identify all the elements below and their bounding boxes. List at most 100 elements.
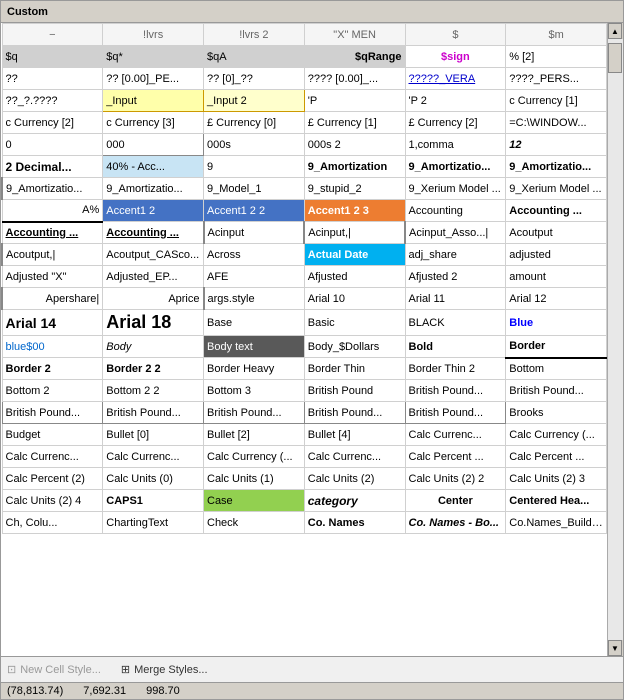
scroll-down-button[interactable]: ▼ xyxy=(608,640,622,656)
table-cell[interactable]: Bottom 3 xyxy=(204,380,305,402)
table-cell[interactable]: 'P 2 xyxy=(405,90,506,112)
table-cell[interactable]: Acoutput,| xyxy=(2,244,103,266)
table-cell[interactable]: 'P xyxy=(304,90,405,112)
table-cell[interactable]: Bullet [0] xyxy=(103,424,204,446)
table-cell[interactable]: British Pound... xyxy=(405,380,506,402)
table-cell[interactable]: ????_PERS... xyxy=(506,68,607,90)
table-cell[interactable]: Adjusted_EP... xyxy=(103,266,204,288)
table-cell[interactable]: ?? [0.00]_PE... xyxy=(103,68,204,90)
table-cell[interactable]: $sign xyxy=(405,46,506,68)
table-cell[interactable]: British Pound... xyxy=(103,402,204,424)
table-cell[interactable]: Arial 11 xyxy=(405,288,506,310)
table-cell[interactable]: BLACK xyxy=(405,310,506,336)
table-cell[interactable]: 9_Amortizatio... xyxy=(506,156,607,178)
table-cell[interactable]: Arial 18 xyxy=(103,310,204,336)
table-cell[interactable]: Calc Currenc... xyxy=(2,446,103,468)
table-cell[interactable]: Accent1 2 3 xyxy=(304,200,405,222)
table-cell[interactable]: AFE xyxy=(204,266,305,288)
table-cell[interactable]: Accounting xyxy=(405,200,506,222)
table-cell[interactable]: ?? [0]_?? xyxy=(204,68,305,90)
table-cell[interactable]: Apershare| xyxy=(2,288,103,310)
table-cell[interactable]: Calc Units (2) 2 xyxy=(405,468,506,490)
table-cell[interactable]: British Pound... xyxy=(405,402,506,424)
table-cell[interactable]: args.style xyxy=(204,288,305,310)
table-cell[interactable]: Bottom 2 2 xyxy=(103,380,204,402)
table-cell[interactable]: amount xyxy=(506,266,607,288)
table-cell[interactable]: £ Currency [2] xyxy=(405,112,506,134)
table-cell[interactable]: 000s xyxy=(204,134,305,156)
table-cell[interactable]: Body_$Dollars xyxy=(304,336,405,358)
table-cell[interactable]: =C:\WINDOW... xyxy=(506,112,607,134)
scroll-track[interactable] xyxy=(608,39,623,640)
table-cell[interactable]: !lvrs xyxy=(103,24,204,46)
table-cell[interactable]: Base xyxy=(204,310,305,336)
table-cell[interactable]: Check xyxy=(204,512,305,534)
table-cell[interactable]: 9_Amortizatio... xyxy=(103,178,204,200)
table-cell[interactable]: "X" MEN xyxy=(304,24,405,46)
table-cell[interactable]: 9_Model_1 xyxy=(204,178,305,200)
table-cell[interactable]: British Pound... xyxy=(304,402,405,424)
table-cell[interactable]: Co. Names xyxy=(304,512,405,534)
table-cell[interactable]: Arial 12 xyxy=(506,288,607,310)
table-cell[interactable]: Acoutput xyxy=(506,222,607,244)
table-cell[interactable]: Basic xyxy=(304,310,405,336)
table-cell[interactable]: 000s 2 xyxy=(304,134,405,156)
table-cell[interactable]: Border 2 2 xyxy=(103,358,204,380)
table-cell[interactable]: Bold xyxy=(405,336,506,358)
table-cell[interactable]: $ xyxy=(405,24,506,46)
table-cell[interactable]: category xyxy=(304,490,405,512)
scroll-up-button[interactable]: ▲ xyxy=(608,23,622,39)
table-cell[interactable]: British Pound... xyxy=(2,402,103,424)
table-cell[interactable]: Co. Names - Bo... xyxy=(405,512,506,534)
table-cell[interactable]: Bottom xyxy=(506,358,607,380)
table-cell[interactable]: 9 xyxy=(204,156,305,178)
table-cell[interactable]: Calc Currenc... xyxy=(103,446,204,468)
table-cell[interactable]: Afjusted xyxy=(304,266,405,288)
table-cell[interactable]: Arial 14 xyxy=(2,310,103,336)
table-cell[interactable]: ChartingText xyxy=(103,512,204,534)
table-cell[interactable]: c Currency [2] xyxy=(2,112,103,134)
table-cell[interactable]: 000 xyxy=(103,134,204,156)
table-cell[interactable]: Calc Currenc... xyxy=(304,446,405,468)
table-cell[interactable]: 9_Amortization xyxy=(304,156,405,178)
table-cell[interactable]: − xyxy=(2,24,103,46)
table-cell[interactable]: Border Thin xyxy=(304,358,405,380)
table-cell[interactable]: 9_stupid_2 xyxy=(304,178,405,200)
table-cell[interactable]: c Currency [3] xyxy=(103,112,204,134)
table-cell[interactable]: $m xyxy=(506,24,607,46)
table-cell[interactable]: $qA xyxy=(204,46,305,68)
table-cell[interactable]: Across xyxy=(204,244,305,266)
table-cell[interactable]: c Currency [1] xyxy=(506,90,607,112)
table-cell[interactable]: % [2] xyxy=(506,46,607,68)
table-cell[interactable]: Calc Units (2) 4 xyxy=(2,490,103,512)
table-cell[interactable]: Arial 10 xyxy=(304,288,405,310)
table-cell[interactable]: Budget xyxy=(2,424,103,446)
table-cell[interactable]: adjusted xyxy=(506,244,607,266)
table-cell[interactable]: Center xyxy=(405,490,506,512)
table-cell[interactable]: $qRange xyxy=(304,46,405,68)
table-cell[interactable]: Aprice xyxy=(103,288,204,310)
table-cell[interactable]: adj_share xyxy=(405,244,506,266)
table-cell[interactable]: Blue xyxy=(506,310,607,336)
table-cell[interactable]: Accent1 2 2 xyxy=(204,200,305,222)
table-cell[interactable]: Body xyxy=(103,336,204,358)
scrollbar[interactable]: ▲ ▼ xyxy=(607,23,623,656)
table-cell[interactable]: Body text xyxy=(204,336,305,358)
table-cell[interactable]: Bullet [2] xyxy=(204,424,305,446)
table-cell[interactable]: Acinput_Asso...| xyxy=(405,222,506,244)
table-cell[interactable]: Ch, Colu... xyxy=(2,512,103,534)
table-cell[interactable]: £ Currency [0] xyxy=(204,112,305,134)
table-cell[interactable]: 9_Xerium Model ... xyxy=(405,178,506,200)
table-cell[interactable]: Acoutput_CASco... xyxy=(103,244,204,266)
table-cell[interactable]: Calc Units (2) 3 xyxy=(506,468,607,490)
table-cell[interactable]: _Input xyxy=(103,90,204,112)
table-cell[interactable]: Bullet [4] xyxy=(304,424,405,446)
table-cell[interactable]: $q* xyxy=(103,46,204,68)
table-cell[interactable]: _Input 2 xyxy=(204,90,305,112)
table-cell[interactable]: £ Currency [1] xyxy=(304,112,405,134)
table-cell[interactable]: Calc Percent ... xyxy=(506,446,607,468)
table-cell[interactable]: Adjusted "X" xyxy=(2,266,103,288)
table-cell[interactable]: Calc Units (1) xyxy=(204,468,305,490)
table-cell[interactable]: Accounting ... xyxy=(2,222,103,244)
table-cell[interactable]: !lvrs 2 xyxy=(204,24,305,46)
